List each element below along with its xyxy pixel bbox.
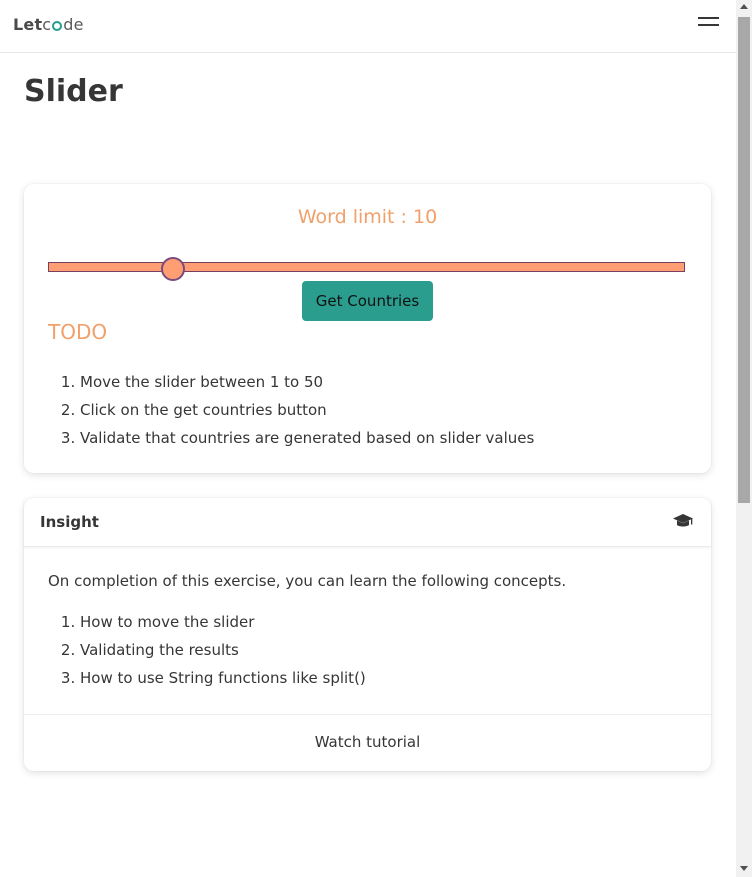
list-item: Validating the results <box>80 636 366 664</box>
insight-list: How to move the slider Validating the re… <box>80 608 366 692</box>
get-countries-button[interactable]: Get Countries <box>302 281 433 321</box>
list-item: How to move the slider <box>80 608 366 636</box>
todo-heading: TODO <box>48 320 108 344</box>
slider-card: Word limit : 10 Get Countries TODO Move … <box>24 184 711 473</box>
insight-card: Insight On completion of this exercise, … <box>24 498 711 771</box>
insight-title: Insight <box>40 513 99 531</box>
list-item: Validate that countries are generated ba… <box>80 424 534 452</box>
page-title: Slider <box>24 74 123 109</box>
logo-c: c <box>42 15 52 34</box>
navbar: Letc de <box>0 0 736 53</box>
scroll-down-arrow-icon[interactable] <box>740 866 748 871</box>
graduation-cap-icon[interactable] <box>672 512 694 530</box>
logo-de: de <box>63 15 84 34</box>
list-item: Click on the get countries button <box>80 396 534 424</box>
logo-o-icon <box>52 21 63 31</box>
list-item: How to use String functions like split() <box>80 664 366 692</box>
logo-let: Let <box>13 15 43 34</box>
hamburger-menu-icon[interactable] <box>698 17 720 31</box>
logo[interactable]: Letc de <box>13 15 84 34</box>
page: Letc de Slider Word limit : 10 Get Countr… <box>0 0 736 877</box>
todo-list: Move the slider between 1 to 50 Click on… <box>80 368 534 452</box>
insight-header: Insight <box>24 498 711 547</box>
scrollbar-thumb[interactable] <box>738 17 750 503</box>
insight-intro: On completion of this exercise, you can … <box>48 572 567 590</box>
scroll-up-arrow-icon[interactable] <box>740 4 748 9</box>
slider-track[interactable] <box>48 262 685 272</box>
word-limit-label: Word limit : 10 <box>297 206 438 228</box>
scrollbar[interactable] <box>736 0 752 877</box>
watch-tutorial-link[interactable]: Watch tutorial <box>24 733 711 751</box>
insight-footer: Watch tutorial <box>24 714 711 772</box>
list-item: Move the slider between 1 to 50 <box>80 368 534 396</box>
slider-handle[interactable] <box>161 257 185 281</box>
